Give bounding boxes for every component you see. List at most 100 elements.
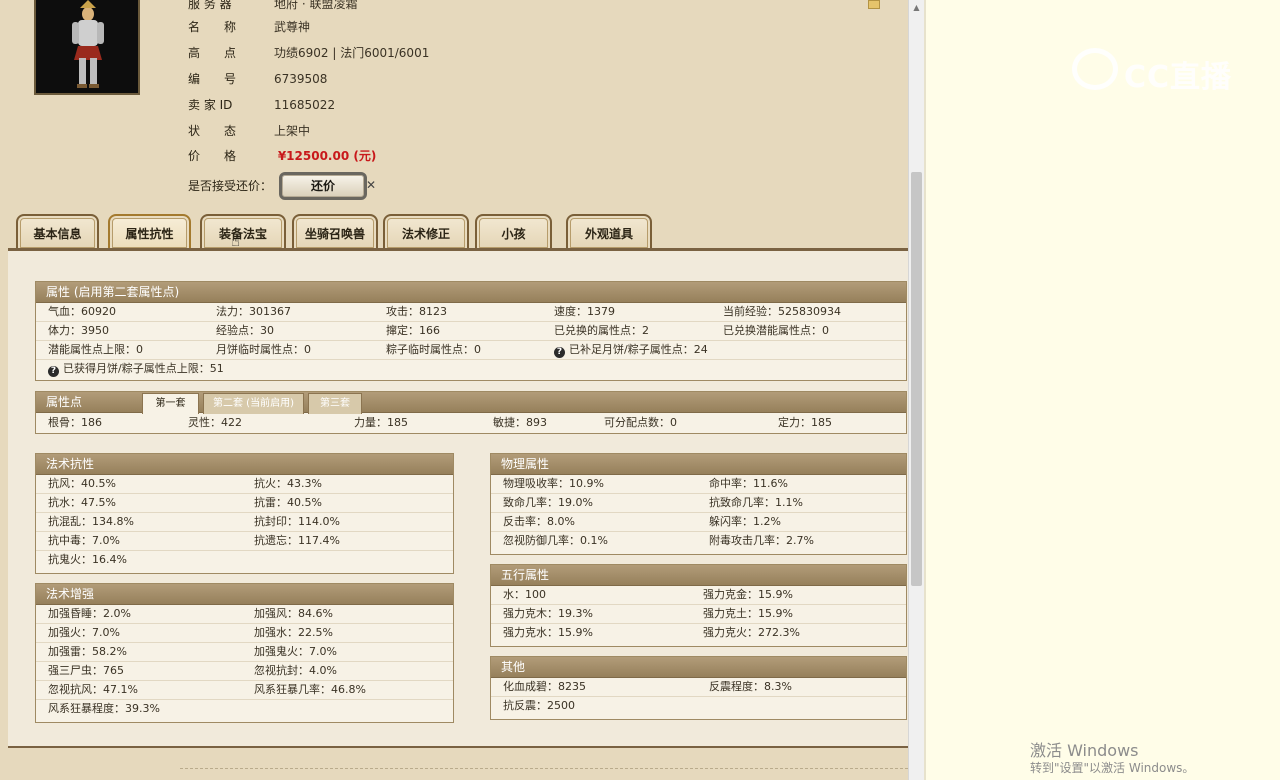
attribute-point-cell: 根骨：186 (48, 416, 102, 429)
attribute-cell: 撺定：166 (386, 324, 440, 337)
info-label: 编 号 (188, 72, 237, 86)
scroll-up-icon[interactable]: ▲ (911, 2, 922, 13)
attributes-box: 属性 (启用第二套属性点) 气血：60920 法力：301367 攻击：8123 速度… (35, 281, 907, 381)
help-icon[interactable]: ? (554, 347, 565, 358)
price-row: 价 格 ¥12500.00 (元) (188, 146, 376, 166)
spell-resist-title: 法术抗性 (36, 454, 453, 475)
price-value: ¥12500.00 (元) (277, 149, 377, 163)
spell-boost-cell: 忽视抗风：47.1% (48, 683, 138, 696)
physical-cell: 命中率：11.6% (709, 477, 788, 490)
five-elements-cell: 水：100 (503, 588, 546, 601)
attribute-point-cell: 力量：185 (354, 416, 408, 429)
five-elements-cell: 强力克木：19.3% (503, 607, 593, 620)
five-elements-title: 五行属性 (491, 565, 906, 586)
subtab-1[interactable]: 第二套 (当前启用) (203, 393, 304, 414)
attribute-cell: 已兑换的属性点：2 (554, 324, 649, 337)
spell-boost-box: 法术增强 加强昏睡：2.0% 加强火：7.0% 加强雷：58.2% 强三尸虫：765 忽… (35, 583, 454, 723)
five-elements-cell: 强力克土：15.9% (703, 607, 793, 620)
tab-3[interactable]: 坐骑召唤兽 (292, 214, 378, 250)
attribute-points-box: 属性点 第一套 第二套 (当前启用) 第三套 根骨：186 灵性：422 力量：185 敏… (35, 391, 907, 434)
five-elements-cell: 强力克水：15.9% (503, 626, 593, 639)
attribute-cell: 法力：301367 (216, 305, 291, 318)
attribute-panel: 属性 (启用第二套属性点) 气血：60920 法力：301367 攻击：8123 速度… (8, 248, 908, 748)
other-box: 其他 化血成碧：8235 抗反震：2500 反震程度：8.3% (490, 656, 907, 720)
spell-boost-cell: 加强水：22.5% (254, 626, 333, 639)
cc-logo-icon (1072, 48, 1118, 90)
info-label: 高 点 (188, 46, 237, 60)
spell-resist-cell: 抗风：40.5% (48, 477, 116, 490)
attribute-cell-text: 已补足月饼/粽子属性点：24 (569, 343, 708, 356)
other-cell: 反震程度：8.3% (709, 680, 792, 693)
character-avatar (34, 0, 140, 95)
watermark-brand: CC直播 (1124, 60, 1233, 95)
info-label: 卖 家 ID (188, 98, 233, 112)
tab-5[interactable]: 小孩 (475, 214, 552, 250)
subtab-2[interactable]: 第三套 (308, 393, 362, 414)
attribute-point-cell: 可分配点数：0 (604, 416, 677, 429)
tab-0[interactable]: 基本信息 (16, 214, 99, 250)
attribute-cell: 体力：3950 (48, 324, 109, 337)
counter-offer-button[interactable]: 还价 (279, 172, 367, 200)
info-label: 服 务 器 (188, 0, 232, 11)
attribute-cell-text: 已获得月饼/粽子属性点上限：51 (63, 362, 224, 375)
info-value: 上架中 (274, 124, 311, 138)
five-elements-box: 五行属性 水：100 强力克木：19.3% 强力克水：15.9% 强力克金：15.9%… (490, 564, 907, 647)
info-row: 状 态 上架中 (188, 121, 310, 141)
spell-boost-cell: 忽视抗封：4.0% (254, 664, 337, 677)
info-label: 状 态 (188, 124, 237, 138)
attribute-point-cell: 敏捷：893 (493, 416, 547, 429)
spell-boost-cell: 加强雷：58.2% (48, 645, 127, 658)
other-cell: 化血成碧：8235 (503, 680, 586, 693)
physical-box: 物理属性 物理吸收率：10.9% 致命几率：19.0% 反击率：8.0% 忽视防御几率… (490, 453, 907, 555)
tab-4[interactable]: 法术修正 (383, 214, 469, 250)
spell-boost-cell: 风系狂暴程度：39.3% (48, 702, 160, 715)
vertical-scrollbar[interactable]: ▲ (908, 0, 925, 780)
attribute-cell: 月饼临时属性点：0 (216, 343, 311, 356)
attribute-cell: 攻击：8123 (386, 305, 447, 318)
tab-2[interactable]: 装备法宝 (200, 214, 286, 250)
info-row: 高 点 功绩6902 | 法门6001/6001 (188, 43, 429, 63)
attribute-point-cell: 定力：185 (778, 416, 832, 429)
attribute-cell: 粽子临时属性点：0 (386, 343, 481, 356)
spell-resist-cell: 抗遗忘：117.4% (254, 534, 340, 547)
other-title: 其他 (491, 657, 906, 678)
info-row: 名 称 武尊神 (188, 17, 310, 37)
info-value: 6739508 (274, 72, 328, 86)
spell-resist-cell: 抗中毒：7.0% (48, 534, 120, 547)
price-label: 价 格 (188, 149, 237, 163)
physical-title: 物理属性 (491, 454, 906, 475)
info-value: 功绩6902 | 法门6001/6001 (274, 46, 430, 60)
tab-6[interactable]: 外观道具 (566, 214, 652, 250)
trade-detail-page: 服 务 器 地府 · 联盟凌霜名 称 武尊神高 点 功绩6902 | 法门6001/6… (0, 0, 908, 780)
five-elements-cell: 强力克金：15.9% (703, 588, 793, 601)
info-row: 编 号 6739508 (188, 69, 327, 89)
tab-1[interactable]: 属性抗性 (108, 214, 191, 250)
physical-cell: 忽视防御几率：0.1% (503, 534, 608, 547)
attribute-cell: 潜能属性点上限：0 (48, 343, 143, 356)
spell-resist-cell: 抗火：43.3% (254, 477, 322, 490)
info-value: 武尊神 (274, 20, 311, 34)
activate-windows-subtitle: 转到"设置"以激活 Windows。 (1030, 761, 1195, 775)
spell-boost-cell: 加强火：7.0% (48, 626, 120, 639)
close-icon[interactable]: ✕ (366, 178, 376, 192)
physical-cell: 抗致命几率：1.1% (709, 496, 803, 509)
spell-resist-cell: 抗雷：40.5% (254, 496, 322, 509)
spell-resist-cell: 抗鬼火：16.4% (48, 553, 127, 566)
spell-boost-title: 法术增强 (36, 584, 453, 605)
help-icon[interactable]: ? (48, 366, 59, 377)
attribute-point-cell: 灵性：422 (188, 416, 242, 429)
folder-icon (868, 0, 880, 9)
attribute-cell: 已兑换潜能属性点：0 (723, 324, 829, 337)
scroll-thumb[interactable] (911, 172, 922, 586)
attribute-cell: 经验点：30 (216, 324, 274, 337)
five-elements-cell: 强力克火：272.3% (703, 626, 800, 639)
spell-resist-cell: 抗封印：114.0% (254, 515, 340, 528)
spell-boost-cell: 加强昏睡：2.0% (48, 607, 131, 620)
spell-resist-cell: 抗混乱：134.8% (48, 515, 134, 528)
physical-cell: 附毒攻击几率：2.7% (709, 534, 814, 547)
subtab-0[interactable]: 第一套 (142, 393, 199, 414)
info-value: 11685022 (274, 98, 336, 112)
info-label: 名 称 (188, 20, 237, 34)
spell-boost-cell: 加强鬼火：7.0% (254, 645, 337, 658)
physical-cell: 反击率：8.0% (503, 515, 575, 528)
